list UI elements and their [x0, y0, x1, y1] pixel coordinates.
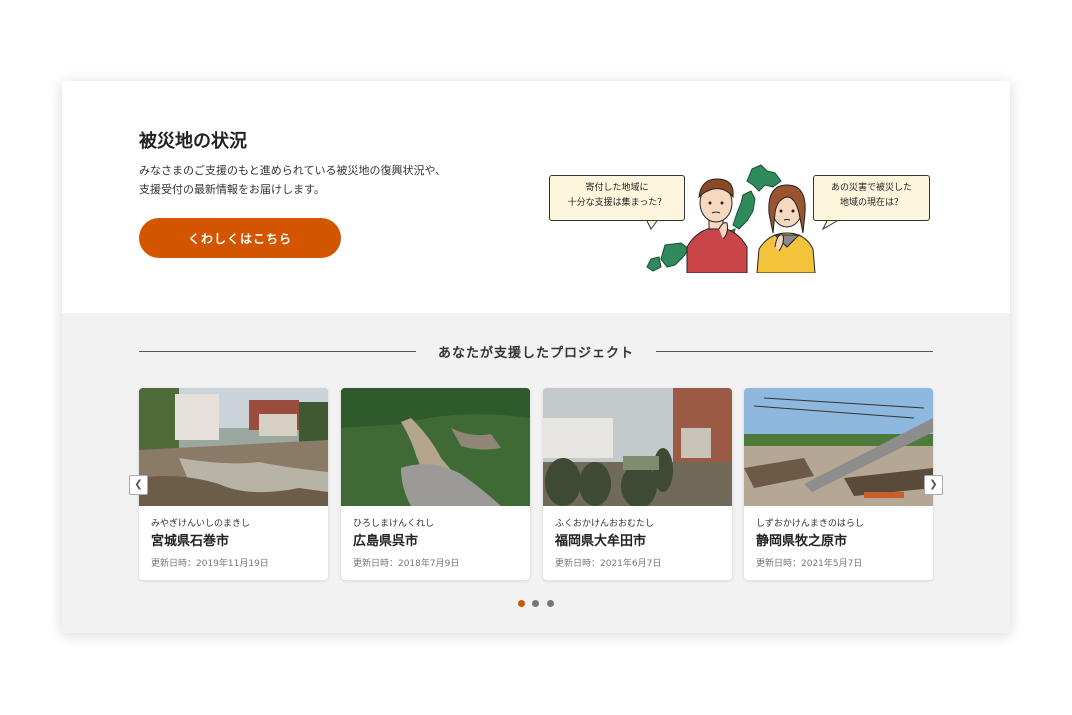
project-city: 宮城県石巻市	[151, 534, 230, 549]
project-city: 福岡県大牟田市	[555, 534, 647, 549]
pagination-dot-2[interactable]	[532, 600, 539, 607]
speech-bubble-left: 寄付した地域に 十分な支援は集まった？	[549, 175, 685, 221]
project-updated: 更新日時：2018年7月9日	[353, 559, 460, 569]
pagination-dot-1[interactable]	[518, 600, 525, 607]
chevron-left-icon: ❮	[134, 479, 143, 490]
project-photo	[543, 388, 732, 506]
page-title: 被災地の状況	[139, 131, 247, 152]
project-photo	[341, 388, 530, 506]
hero-section: 被災地の状況 みなさまのご支援のもと進められている被災地の復興状況や、 支援受付…	[62, 81, 1010, 313]
carousel-prev-button[interactable]: ❮	[129, 475, 148, 495]
details-button[interactable]: くわしくはこちら	[139, 218, 341, 258]
project-kana: みやぎけんいしのまきし	[151, 519, 251, 529]
speech-bubble-right: あの災害で被災した 地域の現在は？	[813, 175, 930, 221]
supported-projects-section: あなたが支援したプロジェクト みやぎけんいしのまきし 宮城県石巻市 更新日時：2…	[62, 313, 1010, 633]
project-photo	[744, 388, 933, 506]
hero-description: みなさまのご支援のもと進められている被災地の復興状況や、 支援受付の最新情報をお…	[139, 164, 447, 196]
project-city: 広島県呉市	[353, 534, 419, 549]
project-updated: 更新日時：2021年5月7日	[756, 559, 863, 569]
hero-illustration: 寄付した地域に 十分な支援は集まった？ あの災害で被災した 地域の現在は？	[547, 163, 937, 273]
project-updated: 更新日時：2021年6月7日	[555, 559, 662, 569]
pagination-dot-3[interactable]	[547, 600, 554, 607]
project-card[interactable]: みやぎけんいしのまきし 宮城県石巻市 更新日時：2019年11月19日	[139, 388, 328, 580]
project-city: 静岡県牧之原市	[756, 534, 848, 549]
project-card[interactable]: ふくおかけんおおむたし 福岡県大牟田市 更新日時：2021年6月7日	[543, 388, 732, 580]
section-divider-right	[656, 351, 933, 352]
chevron-right-icon: ❯	[929, 479, 938, 490]
project-card[interactable]: しずおかけんまきのはらし 静岡県牧之原市 更新日時：2021年5月7日	[744, 388, 933, 580]
project-updated: 更新日時：2019年11月19日	[151, 559, 269, 569]
project-card[interactable]: ひろしまけんくれし 広島県呉市 更新日時：2018年7月9日	[341, 388, 530, 580]
project-kana: ひろしまけんくれし	[353, 519, 435, 529]
project-photo	[139, 388, 328, 506]
section-title: あなたが支援したプロジェクト	[437, 346, 634, 361]
disaster-status-card: 被災地の状況 みなさまのご支援のもと進められている被災地の復興状況や、 支援受付…	[62, 81, 1010, 633]
section-divider-left	[139, 351, 416, 352]
project-kana: ふくおかけんおおむたし	[555, 519, 655, 529]
carousel-next-button[interactable]: ❯	[924, 475, 943, 495]
project-kana: しずおかけんまきのはらし	[756, 519, 864, 529]
